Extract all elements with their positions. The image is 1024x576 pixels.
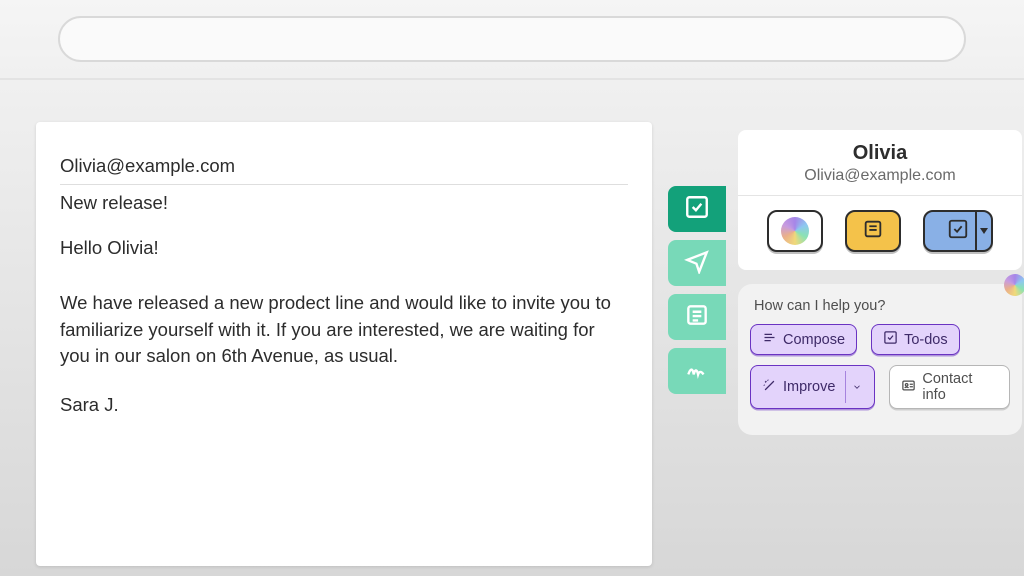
- id-card-icon: [901, 378, 916, 397]
- note-icon: [684, 302, 710, 333]
- contact-panel: Olivia Olivia@example.com How can I help: [738, 130, 1022, 435]
- contact-tile-bar: [738, 196, 1022, 270]
- ai-tile[interactable]: [767, 210, 823, 252]
- compose-button[interactable]: Compose: [750, 324, 857, 355]
- contact-header: Olivia Olivia@example.com: [738, 130, 1022, 196]
- orb-icon: [781, 217, 809, 245]
- list-icon: [762, 330, 777, 349]
- check-square-icon: [947, 218, 969, 245]
- task-tile[interactable]: [923, 210, 993, 252]
- wand-icon: [762, 378, 777, 397]
- contact-name: Olivia: [746, 142, 1014, 165]
- email-greeting[interactable]: Hello Olivia!: [60, 235, 628, 262]
- search-input[interactable]: [58, 16, 966, 62]
- send-icon: [684, 248, 710, 279]
- side-tab-signature[interactable]: [668, 348, 726, 394]
- top-bar: [0, 0, 1024, 78]
- chevron-down-icon: [980, 228, 988, 234]
- orb-icon: [1004, 274, 1024, 296]
- check-square-icon: [883, 330, 898, 349]
- signature-icon: [684, 356, 710, 387]
- side-tab-tasks[interactable]: [668, 186, 726, 232]
- workspace: Olivia@example.com New release! Hello Ol…: [0, 78, 1024, 576]
- improve-label: Improve: [783, 379, 835, 395]
- side-tab-send[interactable]: [668, 240, 726, 286]
- note-tile[interactable]: [845, 210, 901, 252]
- side-tab-note[interactable]: [668, 294, 726, 340]
- email-to-field[interactable]: Olivia@example.com: [60, 148, 628, 185]
- side-tab-stack: [668, 186, 726, 394]
- email-compose-card: Olivia@example.com New release! Hello Ol…: [36, 122, 652, 566]
- chevron-down-icon[interactable]: [845, 371, 863, 403]
- check-square-icon: [684, 194, 710, 225]
- contact-email: Olivia@example.com: [746, 167, 1014, 185]
- compose-label: Compose: [783, 332, 845, 348]
- contact-info-button[interactable]: Contact info: [889, 365, 1010, 409]
- email-subject-field[interactable]: New release!: [60, 185, 628, 221]
- note-icon: [862, 218, 884, 245]
- email-body[interactable]: We have released a new prodect line and …: [60, 290, 628, 370]
- contact-info-label: Contact info: [922, 371, 998, 403]
- todos-button[interactable]: To-dos: [871, 324, 960, 355]
- todos-label: To-dos: [904, 332, 948, 348]
- email-signature[interactable]: Sara J.: [60, 394, 628, 416]
- assistant-prompt: How can I help you?: [750, 298, 1010, 314]
- assistant-card: How can I help you? Compose To-dos: [738, 284, 1022, 435]
- improve-button[interactable]: Improve: [750, 365, 875, 409]
